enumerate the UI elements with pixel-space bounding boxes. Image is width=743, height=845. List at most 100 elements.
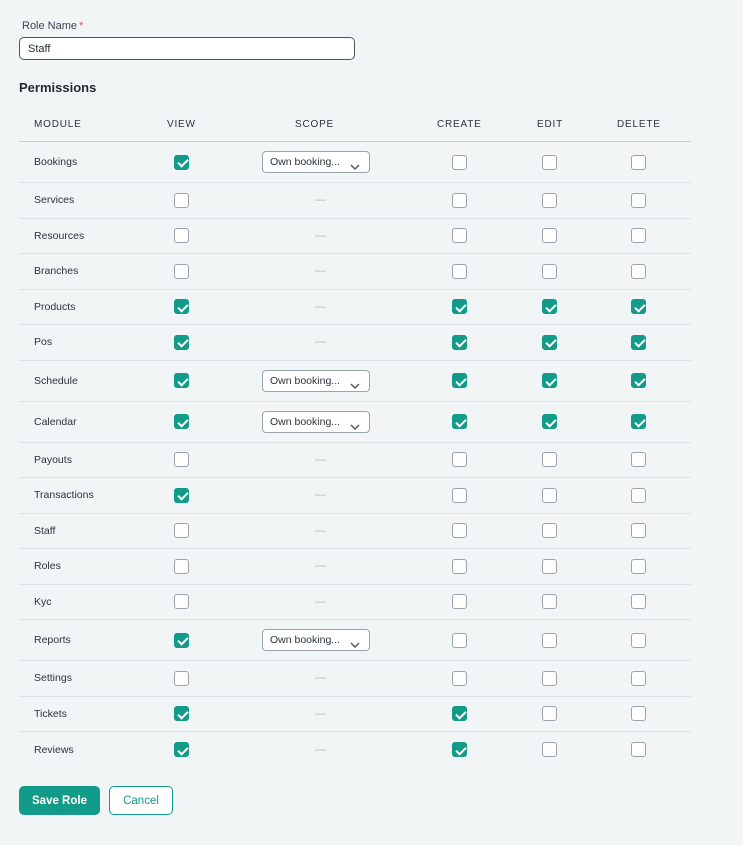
edit-checkbox[interactable] bbox=[542, 632, 557, 648]
scope-empty: — bbox=[315, 194, 326, 207]
delete-checkbox[interactable] bbox=[631, 523, 646, 539]
edit-checkbox[interactable] bbox=[542, 487, 557, 503]
scope-select[interactable]: Own booking... bbox=[262, 410, 370, 433]
header-scope: SCOPE bbox=[295, 119, 335, 130]
edit-checkbox[interactable] bbox=[542, 373, 557, 388]
delete-checkbox[interactable] bbox=[631, 487, 646, 503]
view-checkbox[interactable] bbox=[174, 632, 189, 648]
scope-select-value: Own booking... bbox=[270, 374, 341, 387]
create-checkbox[interactable] bbox=[452, 523, 467, 539]
view-checkbox[interactable] bbox=[174, 487, 189, 503]
scope-empty: — bbox=[315, 672, 326, 685]
delete-checkbox[interactable] bbox=[631, 263, 646, 279]
scope-select[interactable]: Own booking... bbox=[262, 369, 370, 392]
cancel-button[interactable]: Cancel bbox=[109, 786, 173, 815]
create-checkbox[interactable] bbox=[452, 558, 467, 574]
edit-checkbox[interactable] bbox=[542, 594, 557, 610]
create-checkbox[interactable] bbox=[452, 373, 467, 388]
scope-select[interactable]: Own booking... bbox=[262, 629, 370, 651]
role-name-input[interactable] bbox=[19, 37, 355, 60]
delete-checkbox[interactable] bbox=[631, 632, 646, 648]
create-checkbox[interactable] bbox=[452, 487, 467, 503]
edit-checkbox[interactable] bbox=[542, 192, 557, 208]
view-checkbox[interactable] bbox=[174, 373, 189, 388]
delete-checkbox[interactable] bbox=[631, 192, 646, 208]
role-name-label: Role Name * bbox=[22, 20, 83, 32]
view-checkbox[interactable] bbox=[174, 594, 189, 610]
scope-select-value: Own booking... bbox=[270, 634, 341, 646]
view-checkbox[interactable] bbox=[174, 263, 189, 279]
create-checkbox[interactable] bbox=[452, 632, 467, 648]
table-row: Roles — bbox=[19, 549, 691, 585]
scope-select[interactable]: Own booking... bbox=[262, 151, 370, 173]
delete-checkbox[interactable] bbox=[631, 299, 646, 315]
edit-checkbox[interactable] bbox=[542, 414, 557, 429]
create-checkbox[interactable] bbox=[452, 263, 467, 279]
create-checkbox[interactable] bbox=[452, 452, 467, 468]
delete-checkbox[interactable] bbox=[631, 558, 646, 574]
create-checkbox[interactable] bbox=[452, 594, 467, 610]
edit-checkbox[interactable] bbox=[542, 299, 557, 315]
header-view: VIEW bbox=[167, 119, 196, 130]
view-checkbox[interactable] bbox=[174, 228, 189, 244]
edit-checkbox[interactable] bbox=[542, 558, 557, 574]
edit-checkbox[interactable] bbox=[542, 670, 557, 686]
delete-checkbox[interactable] bbox=[631, 742, 646, 758]
table-body: Bookings Own booking... Services — Resources… bbox=[19, 142, 691, 768]
create-checkbox[interactable] bbox=[452, 299, 467, 315]
create-checkbox[interactable] bbox=[452, 670, 467, 686]
delete-checkbox[interactable] bbox=[631, 670, 646, 686]
view-checkbox[interactable] bbox=[174, 670, 189, 686]
delete-checkbox[interactable] bbox=[631, 452, 646, 468]
edit-checkbox[interactable] bbox=[542, 742, 557, 758]
table-row: Products — bbox=[19, 290, 691, 325]
header-delete: DELETE bbox=[617, 119, 661, 130]
view-checkbox[interactable] bbox=[174, 154, 189, 170]
module-name: Transactions bbox=[34, 489, 94, 502]
delete-checkbox[interactable] bbox=[631, 594, 646, 610]
view-checkbox[interactable] bbox=[174, 334, 189, 350]
table-row: Bookings Own booking... bbox=[19, 142, 691, 183]
create-checkbox[interactable] bbox=[452, 742, 467, 758]
view-checkbox[interactable] bbox=[174, 706, 189, 722]
edit-checkbox[interactable] bbox=[542, 154, 557, 170]
create-checkbox[interactable] bbox=[452, 334, 467, 350]
header-create: CREATE bbox=[437, 119, 482, 130]
save-role-button[interactable]: Save Role bbox=[19, 786, 100, 815]
delete-checkbox[interactable] bbox=[631, 706, 646, 722]
module-name: Schedule bbox=[34, 374, 78, 387]
view-checkbox[interactable] bbox=[174, 192, 189, 208]
scope-empty: — bbox=[315, 229, 326, 242]
view-checkbox[interactable] bbox=[174, 558, 189, 574]
create-checkbox[interactable] bbox=[452, 706, 467, 722]
create-checkbox[interactable] bbox=[452, 154, 467, 170]
edit-checkbox[interactable] bbox=[542, 452, 557, 468]
view-checkbox[interactable] bbox=[174, 414, 189, 429]
create-checkbox[interactable] bbox=[452, 414, 467, 429]
view-checkbox[interactable] bbox=[174, 452, 189, 468]
table-header: MODULE VIEW SCOPE CREATE EDIT DELETE bbox=[19, 107, 691, 142]
module-name: Products bbox=[34, 300, 76, 313]
delete-checkbox[interactable] bbox=[631, 414, 646, 429]
view-checkbox[interactable] bbox=[174, 523, 189, 539]
create-checkbox[interactable] bbox=[452, 228, 467, 244]
create-checkbox[interactable] bbox=[452, 192, 467, 208]
scope-empty: — bbox=[315, 707, 326, 720]
module-name: Reports bbox=[34, 634, 71, 646]
edit-checkbox[interactable] bbox=[542, 228, 557, 244]
view-checkbox[interactable] bbox=[174, 299, 189, 315]
chevron-down-icon bbox=[350, 418, 360, 430]
delete-checkbox[interactable] bbox=[631, 228, 646, 244]
delete-checkbox[interactable] bbox=[631, 373, 646, 388]
view-checkbox[interactable] bbox=[174, 742, 189, 758]
edit-checkbox[interactable] bbox=[542, 706, 557, 722]
module-name: Calendar bbox=[34, 415, 77, 428]
delete-checkbox[interactable] bbox=[631, 334, 646, 350]
edit-checkbox[interactable] bbox=[542, 523, 557, 539]
scope-select-value: Own booking... bbox=[270, 156, 341, 168]
edit-checkbox[interactable] bbox=[542, 334, 557, 350]
module-name: Staff bbox=[34, 524, 56, 537]
edit-checkbox[interactable] bbox=[542, 263, 557, 279]
module-name: Branches bbox=[34, 265, 79, 278]
delete-checkbox[interactable] bbox=[631, 154, 646, 170]
